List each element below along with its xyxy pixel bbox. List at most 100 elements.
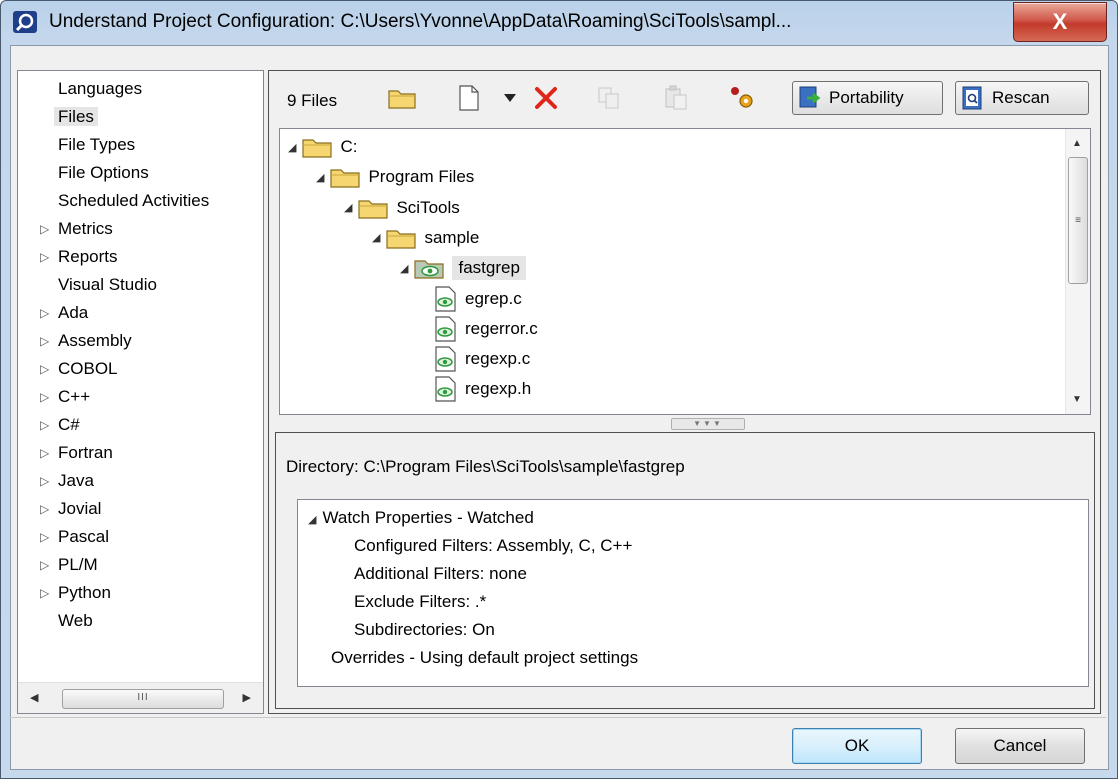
nav-item-python[interactable]: ▷ Python (18, 579, 263, 607)
tree-scroll-thumb[interactable]: ≡ (1068, 157, 1088, 284)
nav-item-label: Visual Studio (58, 275, 157, 294)
expand-arrow-icon[interactable]: ▷ (40, 551, 49, 579)
expand-arrow-icon[interactable]: ▷ (40, 383, 49, 411)
expand-arrow-icon[interactable]: ▷ (40, 411, 49, 439)
nav-item-web[interactable]: Web (18, 607, 263, 635)
expand-arrow-icon[interactable]: ▷ (40, 495, 49, 523)
tree-folder-item[interactable]: ◢ C: (288, 132, 357, 162)
portability-button[interactable]: Portability (792, 81, 943, 115)
watch-properties-node[interactable]: ◢ Watch Properties - Watched (308, 508, 534, 528)
expand-arrow-icon[interactable]: ▷ (40, 243, 49, 271)
configure-settings-icon[interactable] (727, 83, 757, 113)
tree-folder-item[interactable]: ◢ Program Files (316, 162, 474, 192)
expand-arrow-icon[interactable]: ▷ (40, 355, 49, 383)
nav-item-label: Assembly (58, 331, 132, 350)
rescan-icon (962, 86, 982, 110)
overrides-setting: Overrides - Using default project settin… (331, 648, 639, 667)
collapse-triangle-icon[interactable]: ◢ (316, 171, 324, 184)
expand-arrow-icon[interactable]: ▷ (40, 467, 49, 495)
watched-file-icon (435, 316, 456, 342)
ok-button[interactable]: OK (792, 728, 922, 764)
scroll-right-arrow-icon[interactable]: ▶ (243, 691, 251, 704)
nav-scroll-thumb[interactable]: III (62, 689, 224, 709)
nav-item-assembly[interactable]: ▷ Assembly (18, 327, 263, 355)
nav-item-ada[interactable]: ▷ Ada (18, 299, 263, 327)
tree-item-label: egrep.c (465, 288, 522, 308)
add-file-icon[interactable] (454, 83, 484, 113)
details-panel: Directory: C:\Program Files\SciTools\sam… (275, 432, 1095, 709)
tree-item-label: C: (340, 137, 358, 156)
tree-vertical-scrollbar[interactable]: ▲ ≡ ▼ (1065, 129, 1090, 414)
button-bar-divider (9, 717, 1106, 718)
nav-item-label: Scheduled Activities (58, 191, 210, 210)
cancel-button[interactable]: Cancel (955, 728, 1085, 764)
tree-item-label: fastgrep (452, 256, 526, 281)
nav-item-file-options[interactable]: File Options (18, 159, 263, 187)
additional-filters: Additional Filters: none (354, 564, 527, 583)
nav-item-file-types[interactable]: File Types (18, 131, 263, 159)
folder-icon (358, 199, 389, 219)
nav-item-label: Files (54, 107, 98, 126)
expand-arrow-icon[interactable]: ▷ (40, 327, 49, 355)
nav-item-label: File Types (58, 135, 136, 154)
nav-item-label: PL/M (58, 555, 98, 574)
nav-item-reports[interactable]: ▷ Reports (18, 243, 263, 271)
nav-item-csharp[interactable]: ▷ C# (18, 411, 263, 439)
nav-item-java[interactable]: ▷ Java (18, 467, 263, 495)
nav-item-scheduled-activities[interactable]: Scheduled Activities (18, 187, 263, 215)
nav-item-files[interactable]: Files (18, 103, 263, 131)
tree-item-label: SciTools (396, 197, 460, 217)
nav-item-cobol[interactable]: ▷ COBOL (18, 355, 263, 383)
nav-item-label: Languages (58, 79, 143, 98)
expand-arrow-icon[interactable]: ▷ (40, 215, 49, 243)
add-directory-icon[interactable] (387, 83, 417, 113)
category-list: Languages Files File Types File Options Sche… (18, 75, 263, 635)
pane-splitter-handle[interactable]: ▼▼▼ (671, 418, 745, 430)
delete-icon[interactable] (531, 83, 561, 113)
nav-item-metrics[interactable]: ▷ Metrics (18, 215, 263, 243)
nav-horizontal-scrollbar[interactable]: ◀ III ▶ (18, 682, 263, 713)
expanded-triangle-icon[interactable]: ◢ (308, 514, 316, 526)
scroll-up-arrow-icon[interactable]: ▲ (1072, 138, 1082, 149)
files-count: 9 Files (287, 91, 338, 110)
nav-item-label: C# (58, 415, 80, 434)
nav-item-languages[interactable]: Languages (18, 75, 263, 103)
nav-item-pascal[interactable]: ▷ Pascal (18, 523, 263, 551)
scroll-left-arrow-icon[interactable]: ◀ (30, 691, 38, 704)
expand-arrow-icon[interactable]: ▷ (40, 523, 49, 551)
collapse-triangle-icon[interactable]: ◢ (344, 201, 352, 214)
copy-settings-icon (594, 83, 624, 113)
subdirectories-setting: Subdirectories: On (354, 620, 495, 639)
watch-properties-box: ◢ Watch Properties - Watched Configured F… (297, 499, 1089, 687)
collapse-triangle-icon[interactable]: ◢ (400, 262, 408, 275)
portability-label: Portability (829, 88, 904, 107)
rescan-button[interactable]: Rescan (955, 81, 1089, 115)
folder-icon (302, 139, 333, 158)
tree-folder-item[interactable]: ◢ sample (372, 223, 479, 253)
tree-folder-item[interactable]: ◢ fastgrep (400, 253, 526, 283)
tree-file-item[interactable]: egrep.c (435, 284, 522, 314)
tree-folder-item[interactable]: ◢ SciTools (344, 193, 460, 223)
collapse-triangle-icon[interactable]: ◢ (372, 231, 380, 244)
expand-arrow-icon[interactable]: ▷ (40, 579, 49, 607)
exclude-filters: Exclude Filters: .* (354, 592, 487, 611)
scroll-down-arrow-icon[interactable]: ▼ (1072, 394, 1082, 405)
nav-item-jovial[interactable]: ▷ Jovial (18, 495, 263, 523)
tree-file-item[interactable]: regexp.c (435, 344, 530, 374)
tree-file-item[interactable]: regexp.h (435, 374, 531, 404)
title-bar[interactable]: Understand Project Configuration: C:\Use… (1, 1, 1117, 45)
tree-file-item[interactable]: regerror.c (435, 314, 538, 344)
nav-item-visual-studio[interactable]: Visual Studio (18, 271, 263, 299)
close-button[interactable]: X (1013, 2, 1107, 42)
watch-properties-label: Watch Properties - Watched (322, 508, 534, 527)
collapse-triangle-icon[interactable]: ◢ (288, 141, 296, 154)
portability-icon (799, 86, 821, 108)
nav-item-pl-m[interactable]: ▷ PL/M (18, 551, 263, 579)
expand-arrow-icon[interactable]: ▷ (40, 439, 49, 467)
expand-arrow-icon[interactable]: ▷ (40, 299, 49, 327)
configured-filters: Configured Filters: Assembly, C, C++ (354, 536, 633, 555)
nav-item-cplusplus[interactable]: ▷ C++ (18, 383, 263, 411)
nav-item-fortran[interactable]: ▷ Fortran (18, 439, 263, 467)
watched-file-icon (435, 346, 456, 372)
add-file-dropdown-icon[interactable] (501, 83, 519, 113)
